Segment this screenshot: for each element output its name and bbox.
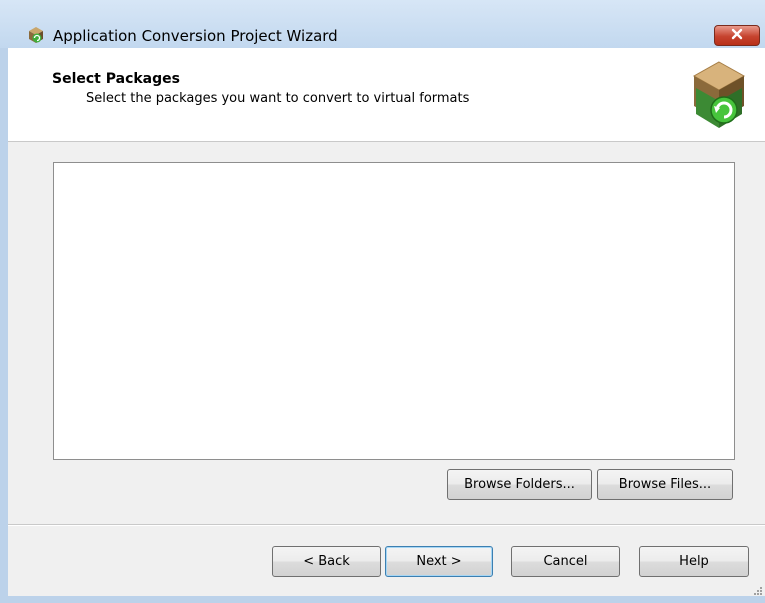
wizard-header: Select Packages Select the packages you … xyxy=(8,48,765,142)
dialog-client-area: Select Packages Select the packages you … xyxy=(8,48,765,596)
page-subtitle: Select the packages you want to convert … xyxy=(86,91,470,106)
package-convert-icon xyxy=(27,26,45,44)
browse-files-button[interactable]: Browse Files... xyxy=(597,469,733,500)
browse-folders-button[interactable]: Browse Folders... xyxy=(447,469,592,500)
title-bar[interactable]: Application Conversion Project Wizard xyxy=(0,0,765,48)
footer-divider xyxy=(8,524,765,526)
close-button[interactable] xyxy=(714,25,760,46)
packages-list[interactable] xyxy=(53,162,735,460)
back-button[interactable]: < Back xyxy=(272,546,381,577)
package-convert-icon xyxy=(688,58,750,136)
close-icon xyxy=(730,28,744,44)
next-button[interactable]: Next > xyxy=(385,546,493,577)
resize-grip-icon[interactable] xyxy=(753,584,763,595)
help-button[interactable]: Help xyxy=(639,546,749,577)
cancel-button[interactable]: Cancel xyxy=(511,546,620,577)
page-title: Select Packages xyxy=(52,71,180,87)
wizard-window: Application Conversion Project Wizard Se… xyxy=(0,0,765,603)
window-title: Application Conversion Project Wizard xyxy=(53,27,338,45)
